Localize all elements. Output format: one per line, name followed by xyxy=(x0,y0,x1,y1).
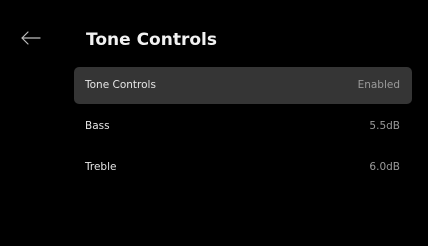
setting-label: Treble xyxy=(85,161,117,173)
setting-row-treble[interactable]: Treble 6.0dB xyxy=(74,149,412,186)
setting-row-tone-controls[interactable]: Tone Controls Enabled xyxy=(74,67,412,104)
setting-label: Bass xyxy=(85,120,110,132)
setting-label: Tone Controls xyxy=(85,79,156,91)
settings-list: Tone Controls Enabled Bass 5.5dB Treble … xyxy=(74,67,412,190)
setting-row-bass[interactable]: Bass 5.5dB xyxy=(74,108,412,145)
back-button[interactable] xyxy=(20,30,42,46)
page-title: Tone Controls xyxy=(86,30,217,50)
tone-controls-screen: Tone Controls Tone Controls Enabled Bass… xyxy=(0,0,428,246)
setting-value: 6.0dB xyxy=(369,161,400,173)
setting-value: Enabled xyxy=(357,79,400,91)
setting-value: 5.5dB xyxy=(369,120,400,132)
arrow-left-icon xyxy=(20,30,42,46)
